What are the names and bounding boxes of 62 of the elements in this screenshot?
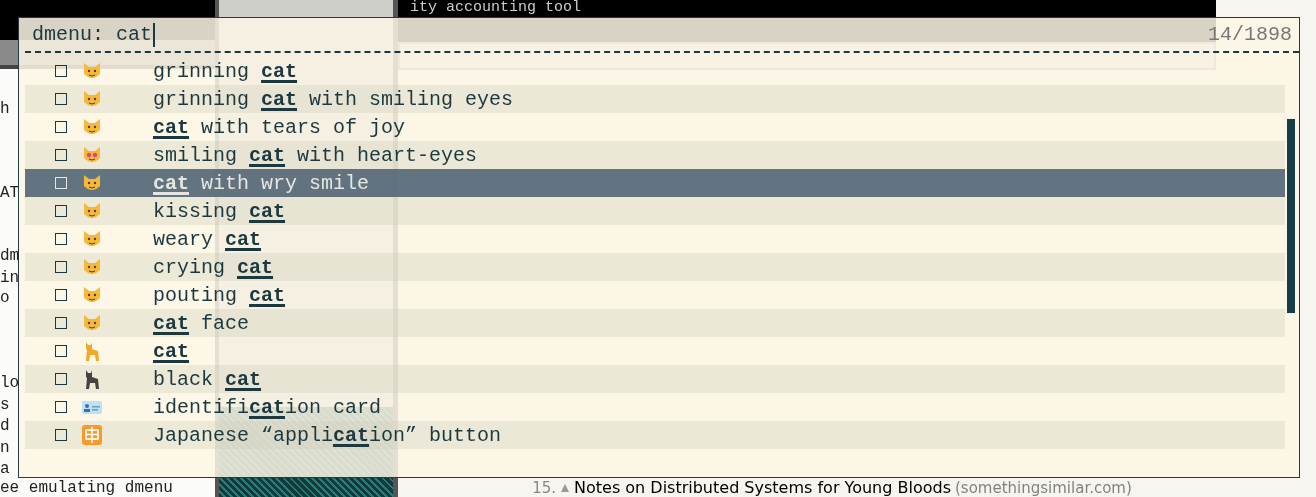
terminal-line: dm	[0, 248, 20, 265]
menu-item[interactable]: smiling cat with heart-eyes	[25, 141, 1285, 169]
menu-item[interactable]: cat with tears of joy	[25, 113, 1285, 141]
terminal-line: n	[0, 440, 10, 457]
checkbox[interactable]	[55, 289, 67, 301]
terminal-line: o	[0, 290, 10, 307]
item-label: smiling cat with heart-eyes	[153, 143, 478, 167]
checkbox[interactable]	[55, 65, 67, 77]
menu-item[interactable]: identification card	[25, 393, 1285, 421]
item-label: crying cat	[153, 255, 274, 279]
top-bar-text: ity accounting tool	[410, 0, 582, 16]
item-label: black cat	[153, 367, 262, 391]
terminal-line: h	[0, 101, 10, 118]
menu-item[interactable]: cat with wry smile	[25, 169, 1285, 197]
scrollbar[interactable]	[1287, 119, 1295, 313]
menu-item[interactable]: cat	[25, 337, 1285, 365]
checkbox[interactable]	[55, 345, 67, 357]
menu-item[interactable]: Japanese “application” button	[25, 421, 1285, 449]
checkbox[interactable]	[55, 401, 67, 413]
checkbox[interactable]	[55, 373, 67, 385]
terminal-line: a	[0, 461, 10, 478]
item-label: Japanese “application” button	[153, 423, 502, 447]
item-label: grinning cat	[153, 59, 298, 83]
item-label: grinning cat with smiling eyes	[153, 87, 514, 111]
item-label: cat with wry smile	[153, 171, 370, 195]
terminal-line: lo	[0, 375, 20, 392]
terminal-line: in	[0, 270, 20, 287]
checkbox[interactable]	[55, 149, 67, 161]
application-sign-icon	[81, 424, 103, 446]
menu-item[interactable]: cat face	[25, 309, 1285, 337]
upvote-icon[interactable]	[560, 483, 570, 493]
item-label: cat	[153, 339, 189, 363]
checkbox[interactable]	[55, 233, 67, 245]
checkbox[interactable]	[55, 205, 67, 217]
checkbox[interactable]	[55, 261, 67, 273]
checkbox[interactable]	[55, 121, 67, 133]
match-counter: 14/1898	[1208, 23, 1292, 46]
item-label: cat with tears of joy	[153, 115, 406, 139]
menu-item[interactable]: grinning cat with smiling eyes	[25, 85, 1285, 113]
item-label: pouting cat	[153, 283, 286, 307]
story-title[interactable]: Notes on Distributed Systems for Young Bloods	[574, 479, 951, 497]
query-field[interactable]: cat	[116, 22, 156, 47]
terminal-line: s	[0, 397, 10, 414]
menu-item[interactable]: weary cat	[25, 225, 1285, 253]
prompt-label: dmenu:	[32, 23, 104, 46]
item-label: kissing cat	[153, 199, 286, 223]
menu-item[interactable]: grinning cat	[25, 57, 1285, 85]
story-domain[interactable]: (somethingsimilar.com)	[955, 479, 1132, 497]
menu-item[interactable]: kissing cat	[25, 197, 1285, 225]
checkbox[interactable]	[55, 93, 67, 105]
story-rank: 15.	[531, 479, 557, 497]
item-label: identification card	[153, 395, 382, 419]
checkbox[interactable]	[55, 317, 67, 329]
menu-item[interactable]: crying cat	[25, 253, 1285, 281]
item-label: cat face	[153, 311, 250, 335]
terminal-line: AT	[0, 185, 20, 202]
menu-item[interactable]: pouting cat	[25, 281, 1285, 309]
terminal-line: ee emulating dmenu	[0, 480, 173, 497]
item-label: weary cat	[153, 227, 262, 251]
terminal-line: d	[0, 418, 10, 435]
checkbox[interactable]	[55, 429, 67, 441]
menu-item[interactable]: black cat	[25, 365, 1285, 393]
